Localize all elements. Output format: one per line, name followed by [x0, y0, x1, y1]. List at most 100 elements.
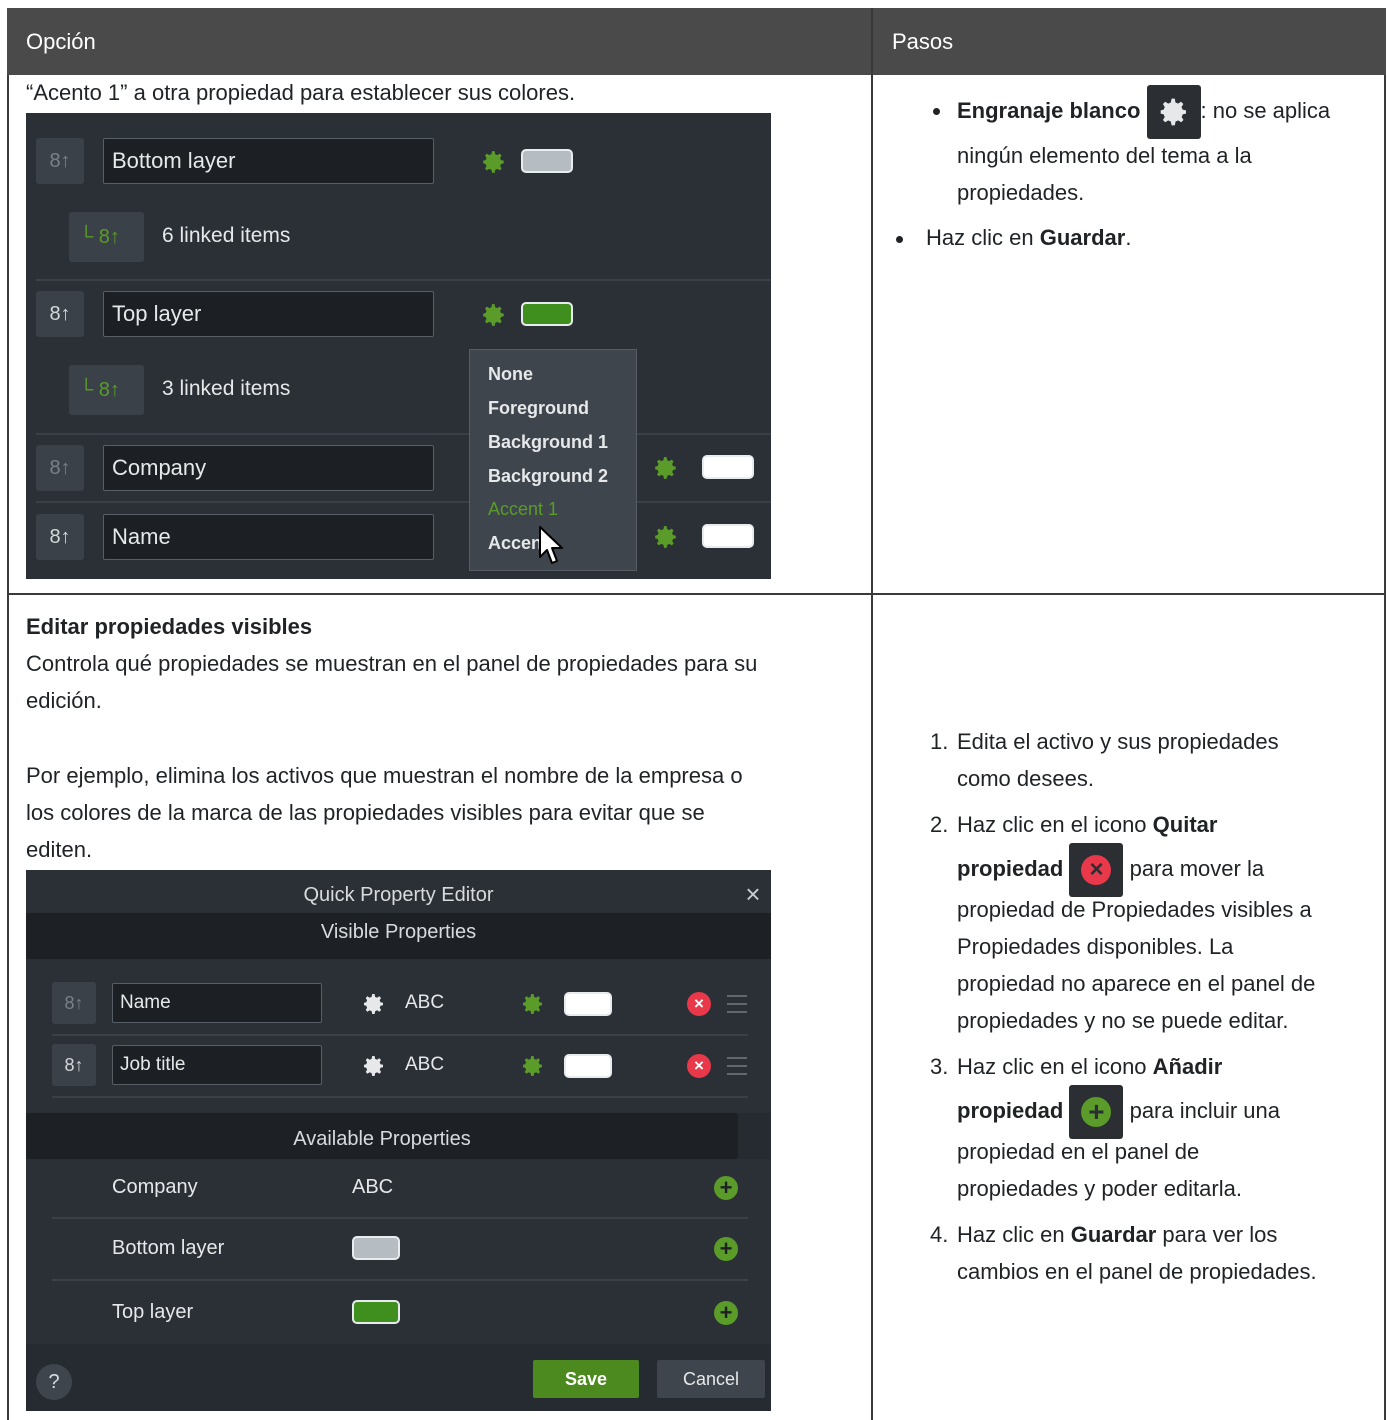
available-properties-list: Company ABC + Bottom layer + Top layer + — [26, 1159, 771, 1344]
property-name-field[interactable]: Company — [103, 445, 434, 491]
step-text: propiedades. — [957, 180, 1085, 206]
description-line: edición. — [26, 688, 102, 713]
gear-icon[interactable] — [653, 524, 679, 550]
available-property-label: Company — [112, 1176, 198, 1198]
link-arrow-icon[interactable]: 8↑ — [36, 138, 84, 184]
row-separator — [52, 1279, 748, 1281]
menu-item-foreground[interactable]: Foreground — [488, 396, 589, 420]
link-arrow-icon[interactable]: 8↑ — [36, 291, 84, 337]
table-border-left — [7, 75, 9, 1420]
drag-handle-icon[interactable] — [727, 1057, 747, 1075]
cancel-button[interactable]: Cancel — [657, 1360, 765, 1398]
step-white-gear: Engranaje blanco : no se aplica — [957, 85, 1367, 140]
linked-items-icon[interactable]: └ 8↑ — [69, 212, 144, 262]
step-number: 2. — [930, 812, 949, 837]
row-separator — [36, 279, 771, 281]
property-name-field[interactable]: Name — [103, 514, 434, 560]
linked-items-count: 6 linked items — [162, 224, 291, 247]
menu-item-accent-2[interactable]: Accen — [488, 531, 542, 555]
save-button[interactable]: Save — [533, 1360, 639, 1398]
step-text: Haz clic en el icono — [957, 1054, 1153, 1080]
remove-property-icon[interactable]: × — [687, 992, 711, 1016]
bullet-icon — [933, 108, 940, 115]
step-bold: propiedad — [957, 856, 1064, 881]
available-property-label: Top layer — [112, 1301, 194, 1323]
step-4: 4. Haz clic en Guardar para ver los camb… — [930, 1216, 1372, 1290]
white-gear-icon — [1146, 85, 1201, 140]
table-header: Opción Pasos — [7, 8, 1386, 75]
help-button[interactable]: ? — [36, 1364, 72, 1400]
linked-items-icon[interactable]: └ 8↑ — [69, 365, 144, 415]
available-property-label: Bottom layer — [112, 1237, 225, 1259]
step-bold: Quitar — [1152, 812, 1218, 837]
remove-property-icon: × — [1069, 843, 1124, 898]
link-arrow-icon[interactable]: 8↑ — [52, 982, 96, 1024]
gear-icon[interactable] — [481, 149, 507, 175]
menu-item-none[interactable]: None — [488, 362, 533, 386]
color-swatch[interactable] — [352, 1300, 400, 1324]
color-swatch[interactable] — [564, 992, 612, 1016]
step-text: propiedades y poder editarla. — [957, 1176, 1242, 1202]
example-line: Por ejemplo, elimina los activos que mue… — [26, 763, 743, 788]
gear-icon[interactable] — [521, 992, 545, 1016]
add-property-icon[interactable]: + — [714, 1237, 738, 1261]
step-text: . — [1125, 225, 1132, 250]
property-name-field[interactable]: Bottom layer — [103, 138, 434, 184]
link-arrow-icon[interactable]: 8↑ — [36, 514, 84, 560]
menu-item-background-1[interactable]: Background 1 — [488, 430, 608, 454]
color-swatch[interactable] — [564, 1054, 612, 1078]
header-option: Opción — [26, 29, 96, 54]
property-name-field[interactable]: Job title — [112, 1045, 322, 1085]
remove-property-icon[interactable]: × — [687, 1054, 711, 1078]
step-bold: Guardar — [1039, 225, 1126, 250]
gear-icon[interactable] — [521, 1054, 545, 1078]
linked-items-count: 3 linked items — [162, 377, 291, 400]
link-arrow-icon[interactable]: 8↑ — [52, 1044, 96, 1086]
step-text: Haz clic en — [957, 1222, 1071, 1248]
color-swatch[interactable] — [521, 302, 573, 326]
row1-intro-text: “Acento 1” a otra propiedad para estable… — [26, 80, 576, 105]
color-swatch[interactable] — [521, 149, 573, 173]
color-swatch[interactable] — [702, 524, 754, 548]
step-text: Edita el activo y sus propiedades — [957, 729, 1279, 754]
property-name-field[interactable]: Name — [112, 983, 322, 1023]
gear-icon[interactable] — [362, 1054, 386, 1078]
step-text: Haz clic en — [926, 225, 1040, 250]
step-text: Haz clic en el icono — [957, 812, 1153, 837]
menu-item-accent-1[interactable]: Accent 1 — [488, 497, 558, 521]
table-border-right — [1384, 75, 1386, 1420]
screenshot-quick-property-editor: Quick Property Editor × Visible Properti… — [26, 870, 771, 1411]
screenshot-linked-properties: 8↑ Bottom layer └ 8↑ 6 linked items 8↑ T… — [26, 113, 771, 579]
table-column-divider — [871, 8, 873, 1420]
available-properties-header: Available Properties — [26, 1113, 738, 1159]
step-text: para ver los — [1156, 1222, 1278, 1248]
gear-icon[interactable] — [362, 992, 386, 1016]
drag-handle-icon[interactable] — [727, 995, 747, 1013]
row1-steps: Engranaje blanco : no se aplica ningún e… — [933, 85, 1367, 211]
step-text: ningún elemento del tema a la — [957, 143, 1252, 169]
step-bold: propiedad — [957, 1098, 1064, 1124]
color-swatch[interactable] — [702, 455, 754, 479]
example-line: los colores de la marca de las propiedad… — [26, 800, 705, 825]
add-property-icon[interactable]: + — [714, 1176, 738, 1200]
step-number: 4. — [930, 1222, 949, 1248]
step-bold: Añadir — [1152, 1054, 1223, 1080]
add-property-icon[interactable]: + — [714, 1301, 738, 1325]
property-value: ABC — [405, 1054, 445, 1075]
section-title: Editar propiedades visibles — [26, 614, 313, 639]
step-2: 2. Haz clic en el icono Quitar propiedad… — [930, 806, 1372, 1039]
menu-item-background-2[interactable]: Background 2 — [488, 464, 608, 488]
row-separator — [52, 1034, 748, 1036]
property-name-field[interactable]: Top layer — [103, 291, 434, 337]
gear-icon[interactable] — [481, 302, 507, 328]
step-text: propiedad no aparece en el panel de — [957, 971, 1316, 997]
step-number: 1. — [930, 729, 949, 754]
step-text: propiedades y no se puede editar. — [957, 1008, 1289, 1034]
color-swatch[interactable] — [352, 1236, 400, 1260]
step-number: 3. — [930, 1054, 949, 1080]
header-steps: Pasos — [892, 29, 954, 54]
link-arrow-icon[interactable]: 8↑ — [36, 445, 84, 491]
close-icon[interactable]: × — [741, 881, 765, 907]
gear-icon[interactable] — [653, 455, 679, 481]
step-3: 3. Haz clic en el icono Añadir propiedad… — [930, 1048, 1372, 1207]
